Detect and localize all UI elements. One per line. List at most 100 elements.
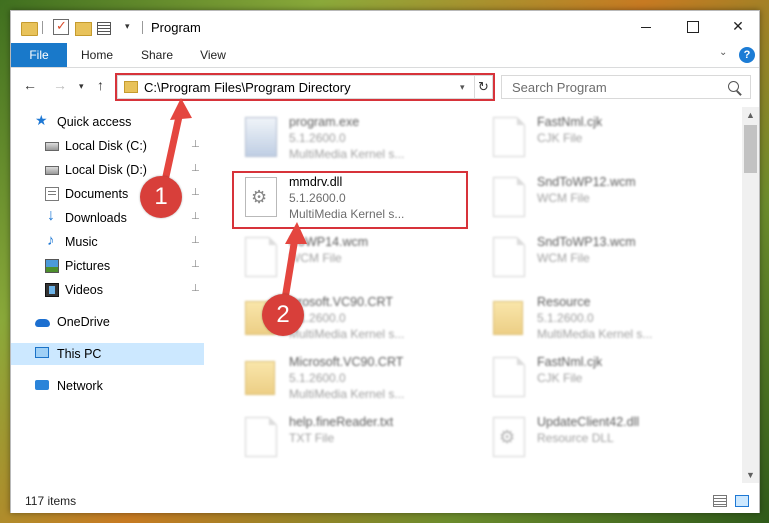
callout-one-badge: 1 [140,176,182,218]
file-name: iToWP14.wcm [289,235,369,249]
divider [42,21,43,34]
sidebar-item-local-disk-d[interactable]: Local Disk (D:) ⊥ [11,159,204,181]
tab-home[interactable]: Home [77,43,117,67]
ribbon: File Home Share View ⌄ ? [11,43,759,68]
exe-file-icon [245,117,277,157]
file-name: FastNml.cjk [537,355,603,369]
navigation-bar: ← → ▾ ↑ C:\Program Files\Program Directo… [11,69,759,103]
file-type: WCM File [537,191,590,205]
sidebar-item-label: OneDrive [57,315,110,329]
expand-ribbon-icon[interactable]: ⌄ [719,47,727,58]
file-name: icrosoft.VC90.CRT [289,295,393,309]
pin-icon[interactable]: ⊥ [191,187,200,198]
sidebar-item-videos[interactable]: Videos ⊥ [11,279,204,301]
sidebar-item-pictures[interactable]: Pictures ⊥ [11,255,204,277]
divider [142,21,143,34]
search-icon[interactable] [726,79,744,97]
scroll-up-icon[interactable]: ▲ [742,107,759,123]
sidebar-item-network[interactable]: Network [11,375,204,397]
title-bar: ▾ Program ✕ [11,11,759,43]
sidebar-item-music[interactable]: Music ⊥ [11,231,204,253]
file-item[interactable]: SndToWP13.wcm WCM File [467,231,707,287]
pin-icon[interactable]: ⊥ [191,283,200,294]
this-pc-icon [35,347,49,358]
sidebar-item-onedrive[interactable]: OneDrive [11,311,204,333]
file-item[interactable]: SndToWP12.wcm WCM File [467,171,707,227]
file-item[interactable]: program.exe 5.1.2600.0 MultiMedia Kernel… [219,111,459,167]
search-input[interactable]: Search Program [501,75,751,99]
large-icons-view-icon[interactable] [735,495,749,507]
new-folder-icon[interactable] [75,19,92,36]
document-file-icon [245,237,277,277]
quick-access-icon [35,112,49,129]
pin-icon[interactable]: ⊥ [191,259,200,270]
file-item[interactable]: icrosoft.VC90.CRT 5.1.2600.0 MultiMedia … [219,291,459,347]
scroll-thumb[interactable] [744,125,757,173]
pin-icon[interactable]: ⊥ [191,235,200,246]
customize-toolbar-icon[interactable]: ▾ [125,21,141,37]
file-item[interactable]: FastNml.cjk CJK File [467,351,707,407]
file-description: MultiMedia Kernel s... [289,327,405,341]
file-item[interactable]: iToWP14.wcm WCM File [219,231,459,287]
file-type: CJK File [537,371,583,385]
sidebar-item-label: Documents [65,187,129,201]
onedrive-icon [35,315,50,329]
callout-two-badge: 2 [262,294,304,336]
document-file-icon [245,417,277,457]
tab-view[interactable]: View [195,43,231,67]
maximize-button[interactable] [669,11,715,42]
scroll-down-icon[interactable]: ▼ [742,467,759,483]
documents-icon [45,187,59,201]
sidebar-item-label: This PC [57,347,102,361]
file-item[interactable]: Resource 5.1.2600.0 MultiMedia Kernel s.… [467,291,707,347]
file-version: 5.1.2600.0 [289,371,346,385]
file-item[interactable]: FastNml.cjk CJK File [467,111,707,167]
sidebar-item-label: Videos [65,283,103,297]
file-name: SndToWP12.wcm [537,175,636,189]
sidebar-item-local-disk-c[interactable]: Local Disk (C:) ⊥ [11,135,204,157]
properties-icon[interactable] [97,19,113,35]
details-view-icon[interactable] [713,495,727,507]
folder-icon [245,361,275,395]
file-name: help.fineReader.txt [289,415,394,429]
tab-file[interactable]: File [11,43,67,67]
music-icon [45,232,59,249]
file-description: MultiMedia Kernel s... [289,387,405,401]
file-item[interactable]: UpdateClient42.dll Resource DLL [467,411,707,467]
file-description: MultiMedia Kernel s... [537,327,653,341]
file-item[interactable]: help.fineReader.txt TXT File [219,411,459,467]
address-highlight-box [115,73,495,101]
sidebar-item-label: Pictures [65,259,111,273]
tab-share[interactable]: Share [137,43,177,67]
sidebar-item-label: Downloads [65,211,127,225]
file-description: MultiMedia Kernel s... [289,147,405,161]
pin-icon[interactable]: ⊥ [191,211,200,222]
document-file-icon [493,357,525,397]
sidebar-item-quick-access[interactable]: Quick access [11,111,204,133]
pin-icon[interactable]: ⊥ [191,139,200,150]
pin-icon[interactable]: ⊥ [191,163,200,174]
help-icon[interactable]: ? [739,47,755,63]
forward-button[interactable]: → [53,77,67,93]
close-button[interactable]: ✕ [715,11,761,42]
window-title: Program [151,20,201,35]
recent-locations-icon[interactable]: ▾ [79,81,84,92]
disk-icon [45,142,59,151]
file-item[interactable]: Microsoft.VC90.CRT 5.1.2600.0 MultiMedia… [219,351,459,407]
folder-icon [493,301,523,335]
file-type: Resource DLL [537,431,614,445]
up-button[interactable]: ↑ [97,77,104,93]
dll-file-icon [493,417,525,457]
file-version: 5.1.2600.0 [289,131,346,145]
document-file-icon [493,237,525,277]
file-name: UpdateClient42.dll [537,415,640,429]
downloads-icon [45,207,59,225]
properties-check-icon[interactable] [53,18,69,35]
vertical-scrollbar[interactable]: ▲ ▼ [742,107,759,483]
minimize-button[interactable] [623,11,669,42]
disk-icon [45,166,59,175]
file-name: FastNml.cjk [537,115,603,129]
navigation-pane: Quick access Local Disk (C:) ⊥ Local Dis… [11,107,206,483]
back-button[interactable]: ← [23,77,37,93]
sidebar-item-this-pc[interactable]: This PC [11,343,204,365]
